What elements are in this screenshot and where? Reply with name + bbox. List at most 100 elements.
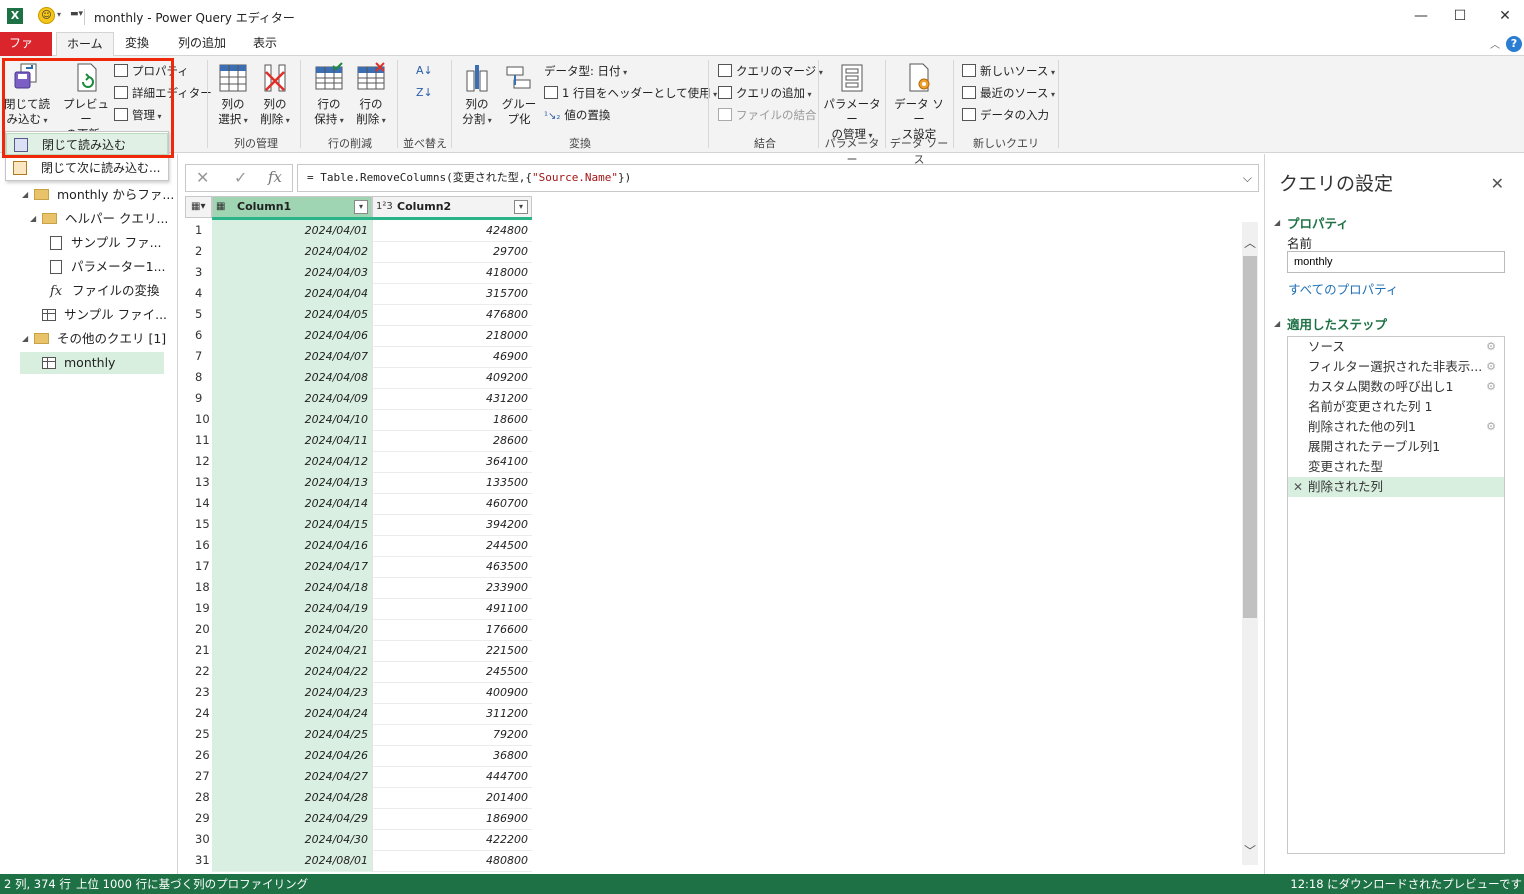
- column1-cell[interactable]: 2024/04/15: [212, 514, 372, 536]
- row-number[interactable]: 17: [185, 556, 212, 577]
- close-icon[interactable]: ✕: [1491, 174, 1504, 193]
- column2-cell[interactable]: 221500: [372, 640, 532, 662]
- choose-columns-button[interactable]: 列の 選択 ▾: [214, 62, 252, 128]
- row-number[interactable]: 28: [185, 787, 212, 808]
- gear-icon[interactable]: ⚙: [1486, 377, 1496, 397]
- column1-cell[interactable]: 2024/04/18: [212, 577, 372, 599]
- column1-cell[interactable]: 2024/04/23: [212, 682, 372, 704]
- row-number[interactable]: 15: [185, 514, 212, 535]
- column2-cell[interactable]: 409200: [372, 367, 532, 389]
- column1-cell[interactable]: 2024/04/10: [212, 409, 372, 431]
- split-column-button[interactable]: 列の 分割 ▾: [458, 62, 496, 128]
- column2-cell[interactable]: 18600: [372, 409, 532, 431]
- tab-file[interactable]: ファイル: [0, 32, 52, 73]
- query-sample-file[interactable]: サンプル ファ...: [50, 232, 162, 254]
- data-source-settings-button[interactable]: データ ソー ス設定: [890, 62, 948, 142]
- group-by-button[interactable]: グルー プ化: [500, 62, 538, 127]
- row-number[interactable]: 18: [185, 577, 212, 598]
- commit-formula-icon[interactable]: ✓: [234, 168, 247, 187]
- row-number[interactable]: 11: [185, 430, 212, 451]
- column2-cell[interactable]: 244500: [372, 535, 532, 557]
- query-group-helper[interactable]: ヘルパー クエリ...: [42, 208, 168, 230]
- recent-sources-button[interactable]: 最近のソース ▾: [962, 84, 1055, 102]
- expand-triangle-icon[interactable]: ◢: [22, 190, 28, 199]
- column1-header[interactable]: ▦ Column1 ▾: [212, 196, 372, 218]
- tab-transform[interactable]: 変換: [115, 32, 159, 56]
- merge-queries-button[interactable]: クエリのマージ ▾: [718, 62, 823, 80]
- help-icon[interactable]: ?: [1506, 36, 1522, 52]
- expand-triangle-icon[interactable]: ◢: [30, 214, 36, 223]
- row-number[interactable]: 2: [185, 241, 212, 262]
- scroll-down-icon[interactable]: ﹀: [1242, 842, 1258, 859]
- column1-cell[interactable]: 2024/04/11: [212, 430, 372, 452]
- column2-cell[interactable]: 28600: [372, 430, 532, 452]
- column1-cell[interactable]: 2024/08/01: [212, 850, 372, 872]
- smiley-icon[interactable]: ☺: [38, 7, 55, 24]
- column1-cell[interactable]: 2024/04/07: [212, 346, 372, 368]
- number-type-icon[interactable]: 1²3: [376, 200, 393, 214]
- row-number[interactable]: 23: [185, 682, 212, 703]
- applied-step[interactable]: 変更された型: [1288, 457, 1504, 477]
- column1-cell[interactable]: 2024/04/21: [212, 640, 372, 662]
- gear-icon[interactable]: ⚙: [1486, 417, 1496, 437]
- query-name-input[interactable]: [1287, 251, 1505, 273]
- row-number[interactable]: 13: [185, 472, 212, 493]
- sort-ascending-button[interactable]: A↓: [416, 62, 433, 80]
- column2-cell[interactable]: 444700: [372, 766, 532, 788]
- column2-cell[interactable]: 218000: [372, 325, 532, 347]
- column2-cell[interactable]: 29700: [372, 241, 532, 263]
- column1-cell[interactable]: 2024/04/25: [212, 724, 372, 746]
- smiley-dropdown-icon[interactable]: ▾: [57, 10, 61, 19]
- column1-cell[interactable]: 2024/04/06: [212, 325, 372, 347]
- calendar-icon[interactable]: ▦: [216, 200, 232, 214]
- tab-home[interactable]: ホーム: [56, 32, 114, 57]
- column2-cell[interactable]: 418000: [372, 262, 532, 284]
- column1-cell[interactable]: 2024/04/09: [212, 388, 372, 410]
- grid-scrollbar[interactable]: ︿ ﹀: [1242, 222, 1258, 865]
- column1-cell[interactable]: 2024/04/20: [212, 619, 372, 641]
- query-group-other[interactable]: その他のクエリ [1]: [34, 328, 166, 350]
- row-number[interactable]: 21: [185, 640, 212, 661]
- column1-cell[interactable]: 2024/04/29: [212, 808, 372, 830]
- filter-dropdown-icon[interactable]: ▾: [514, 200, 528, 214]
- enter-data-button[interactable]: データの入力: [962, 106, 1049, 124]
- column1-cell[interactable]: 2024/04/27: [212, 766, 372, 788]
- remove-columns-button[interactable]: 列の 削除 ▾: [256, 62, 294, 128]
- new-source-button[interactable]: 新しいソース ▾: [962, 62, 1055, 80]
- status-profiling[interactable]: 上位 1000 行に基づく列のプロファイリング: [76, 874, 308, 894]
- row-number[interactable]: 30: [185, 829, 212, 850]
- row-number[interactable]: 6: [185, 325, 212, 346]
- filter-dropdown-icon[interactable]: ▾: [354, 200, 368, 214]
- query-sample-file-table[interactable]: サンプル ファイ...: [42, 304, 167, 326]
- row-number[interactable]: 4: [185, 283, 212, 304]
- fx-icon[interactable]: fx: [268, 168, 282, 186]
- row-number[interactable]: 3: [185, 262, 212, 283]
- delete-step-icon[interactable]: ✕: [1293, 477, 1303, 497]
- row-number[interactable]: 27: [185, 766, 212, 787]
- gear-icon[interactable]: ⚙: [1486, 337, 1496, 357]
- column2-cell[interactable]: 431200: [372, 388, 532, 410]
- column1-cell[interactable]: 2024/04/16: [212, 535, 372, 557]
- applied-step[interactable]: 削除された他の列1 ⚙: [1288, 417, 1504, 437]
- expand-formula-icon[interactable]: ⌵: [1243, 165, 1252, 191]
- column2-cell[interactable]: 424800: [372, 220, 532, 242]
- tab-view[interactable]: 表示: [243, 32, 287, 56]
- row-number[interactable]: 22: [185, 661, 212, 682]
- column2-cell[interactable]: 394200: [372, 514, 532, 536]
- column2-cell[interactable]: 176600: [372, 619, 532, 641]
- row-number[interactable]: 7: [185, 346, 212, 367]
- column2-cell[interactable]: 364100: [372, 451, 532, 473]
- column1-cell[interactable]: 2024/04/17: [212, 556, 372, 578]
- row-number[interactable]: 24: [185, 703, 212, 724]
- column1-cell[interactable]: 2024/04/19: [212, 598, 372, 620]
- applied-step[interactable]: 名前が変更された列 1: [1288, 397, 1504, 417]
- remove-rows-button[interactable]: 行の 削除 ▾: [352, 62, 390, 128]
- collapse-triangle-icon[interactable]: ◢: [1274, 319, 1280, 328]
- collapse-triangle-icon[interactable]: ◢: [1274, 218, 1280, 227]
- replace-values-button[interactable]: ¹↘₂ 値の置換: [544, 106, 610, 124]
- column1-cell[interactable]: 2024/04/13: [212, 472, 372, 494]
- column2-cell[interactable]: 460700: [372, 493, 532, 515]
- query-group-monthly[interactable]: monthly からファ...: [34, 184, 174, 206]
- collapse-ribbon-icon[interactable]: ︿: [1490, 36, 1500, 51]
- column1-cell[interactable]: 2024/04/24: [212, 703, 372, 725]
